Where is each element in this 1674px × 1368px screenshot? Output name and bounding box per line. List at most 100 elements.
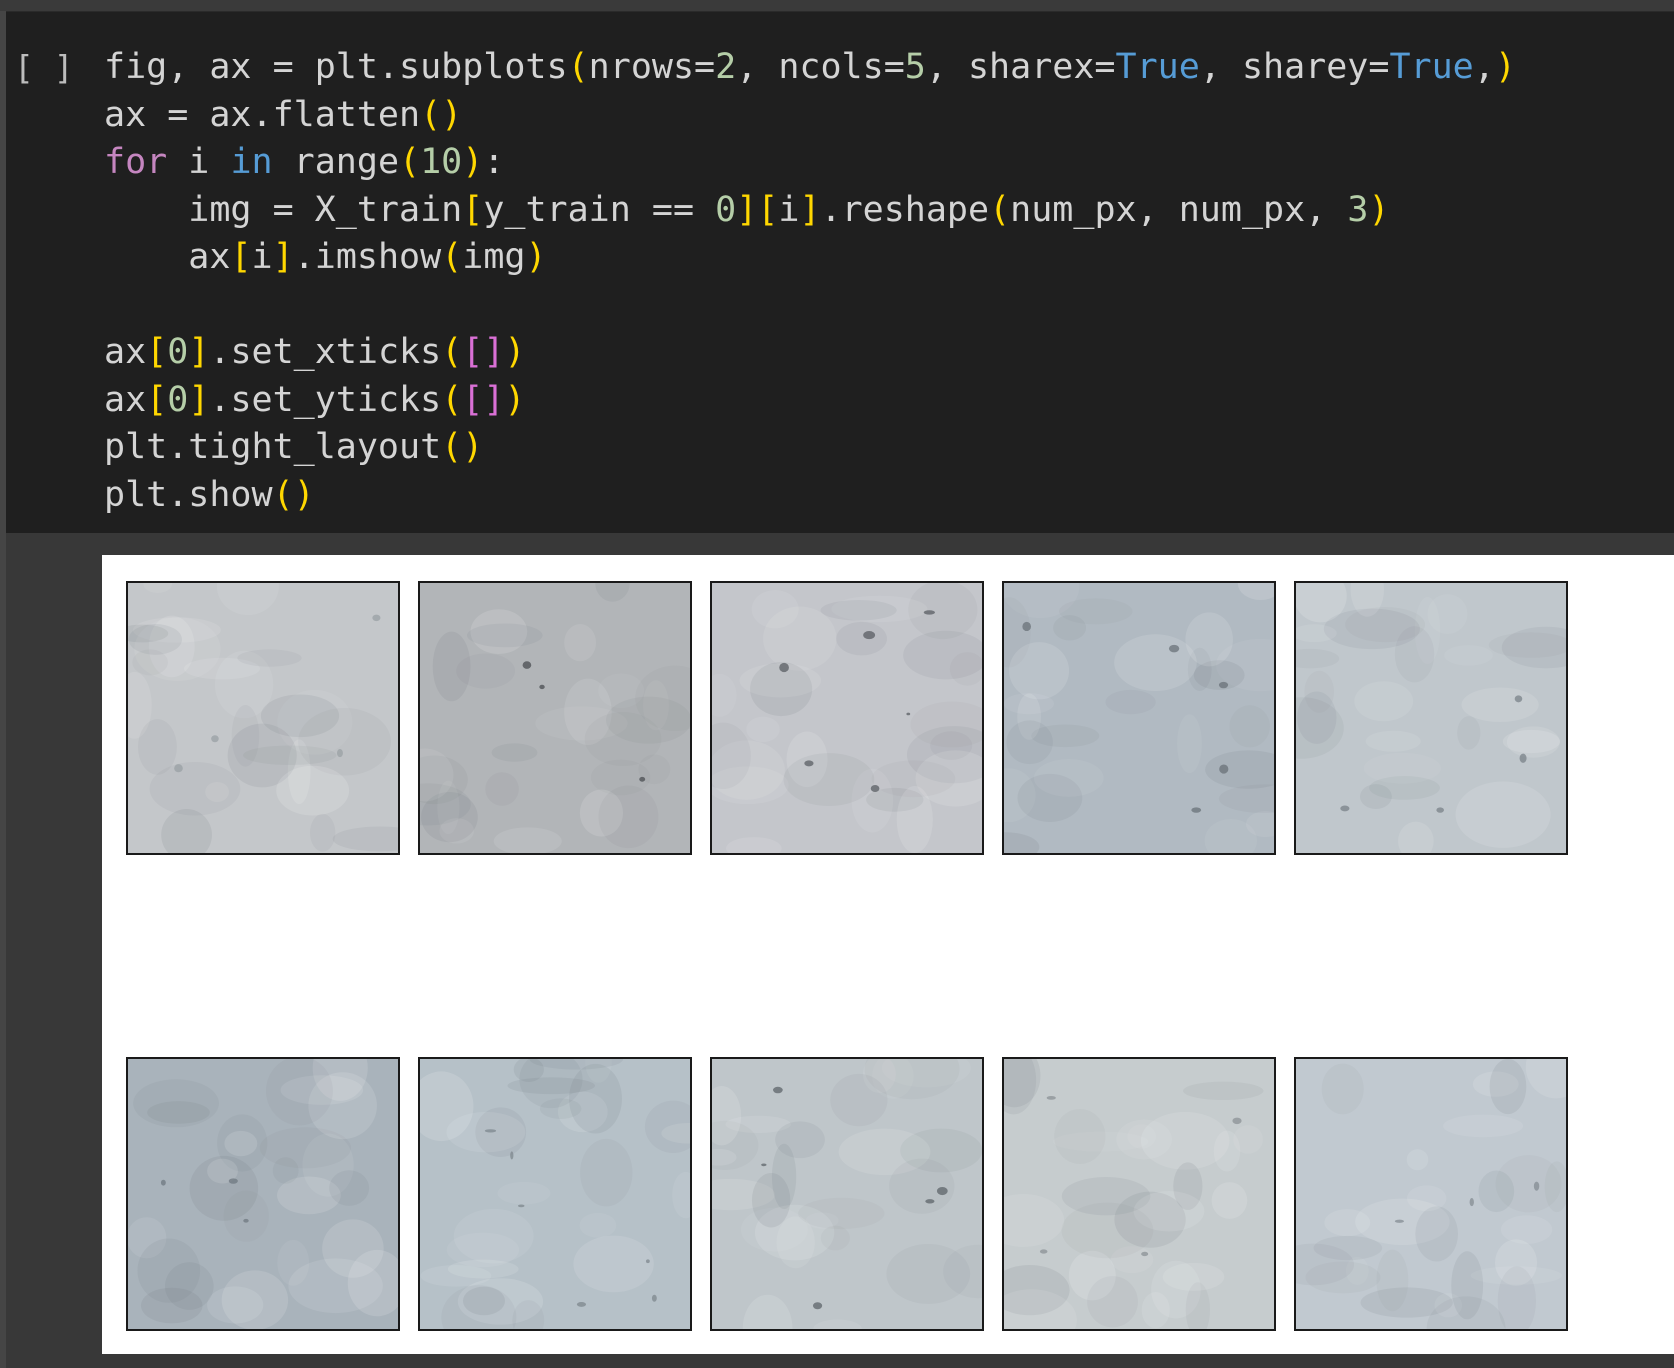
- texture-blotch: [1087, 1276, 1138, 1328]
- run-cell-button[interactable]: [ ]: [14, 44, 74, 91]
- texture-blotch: [1296, 648, 1340, 669]
- code-token: ): [504, 379, 526, 420]
- code-token: 3: [1347, 189, 1369, 230]
- texture-blotch: [1177, 714, 1202, 774]
- code-token: for: [104, 142, 168, 182]
- sample-image-2: [710, 581, 984, 855]
- texture-blotch: [1500, 1215, 1553, 1244]
- texture-blotch: [1141, 1292, 1170, 1329]
- texture-speck: [228, 1178, 238, 1184]
- stone-texture: [128, 583, 398, 853]
- sample-image-7: [710, 1057, 984, 1331]
- texture-blotch: [896, 786, 933, 853]
- texture-blotch: [1457, 716, 1481, 750]
- texture-blotch: [149, 762, 241, 816]
- texture-blotch: [1237, 583, 1274, 601]
- code-token: (: [567, 47, 589, 87]
- code-line: ax[0].set_yticks([]): [104, 377, 1516, 425]
- code-token: ): [1494, 47, 1516, 87]
- texture-speck: [1022, 621, 1031, 632]
- code-token: ]: [736, 189, 758, 230]
- top-toolbar-strip: [0, 0, 1674, 12]
- texture-speck: [651, 1294, 657, 1302]
- code-cell[interactable]: [ ] fig, ax = plt.subplots(nrows=2, ncol…: [6, 12, 1674, 533]
- texture-blotch: [564, 624, 597, 662]
- texture-blotch: [1162, 1262, 1225, 1291]
- code-token: range: [272, 142, 400, 182]
- sample-image-5: [126, 1057, 400, 1331]
- texture-blotch: [1394, 626, 1435, 683]
- texture-blotch: [1211, 1182, 1248, 1219]
- code-token: ax: [104, 379, 147, 420]
- texture-blotch: [1213, 1130, 1241, 1172]
- texture-blotch: [1495, 1155, 1562, 1213]
- texture-speck: [1141, 1251, 1149, 1257]
- stone-texture: [1004, 1059, 1264, 1329]
- sample-image-6: [418, 1057, 692, 1331]
- output-figure: [102, 555, 1674, 1354]
- sample-image-9: [1294, 1057, 1568, 1331]
- texture-blotch: [1365, 730, 1421, 752]
- code-token: []: [462, 379, 505, 420]
- texture-speck: [1394, 1219, 1404, 1223]
- code-editor[interactable]: fig, ax = plt.subplots(nrows=2, ncols=5,…: [104, 44, 1516, 519]
- texture-speck: [1469, 1198, 1474, 1207]
- texture-speck: [539, 684, 545, 690]
- texture-blotch: [216, 583, 279, 616]
- texture-speck: [576, 1302, 587, 1307]
- texture-blotch: [237, 649, 302, 667]
- texture-speck: [925, 1199, 935, 1204]
- texture-blotch: [751, 1172, 791, 1228]
- code-token: [: [462, 189, 484, 230]
- sample-image-3: [1002, 581, 1276, 855]
- texture-speck: [863, 631, 876, 640]
- texture-blotch: [889, 1158, 955, 1214]
- code-token: 0: [167, 379, 189, 420]
- code-token: ax = ax.flatten: [104, 94, 421, 135]
- code-token: ): [525, 237, 547, 277]
- texture-blotch: [1489, 1059, 1527, 1115]
- texture-speck: [160, 1179, 166, 1186]
- texture-blotch: [221, 1270, 289, 1329]
- texture-speck: [1340, 805, 1350, 812]
- code-line: plt.tight_layout(): [104, 424, 1516, 472]
- code-token: (: [441, 332, 463, 372]
- code-line: for i in range(10):: [104, 139, 1516, 187]
- texture-blotch: [322, 1219, 384, 1278]
- code-line: ax = ax.flatten(): [104, 92, 1516, 140]
- texture-blotch: [886, 1243, 971, 1304]
- texture-blotch: [1444, 645, 1493, 666]
- texture-blotch: [143, 583, 173, 593]
- stone-texture: [712, 583, 982, 853]
- code-token: img: [462, 237, 526, 277]
- texture-blotch: [1229, 705, 1270, 748]
- code-token: [: [230, 237, 252, 277]
- code-token: nrows=: [588, 47, 716, 87]
- code-token: 0: [167, 332, 189, 372]
- sample-image-1: [418, 581, 692, 855]
- texture-speck: [779, 662, 789, 673]
- texture-blotch: [420, 1265, 492, 1287]
- code-token: num_px, num_px,: [1010, 189, 1348, 230]
- texture-blotch: [580, 1138, 633, 1207]
- texture-speck: [1232, 1117, 1242, 1125]
- texture-blotch: [606, 696, 690, 744]
- code-token: 0: [715, 189, 737, 230]
- texture-blotch: [798, 1197, 885, 1230]
- texture-blotch: [712, 673, 737, 717]
- code-token: .set_xticks: [209, 332, 442, 372]
- texture-blotch: [1455, 781, 1551, 848]
- code-token: , ncols=: [736, 47, 905, 87]
- code-token: ]: [799, 189, 821, 230]
- texture-blotch: [1004, 1194, 1065, 1247]
- texture-blotch: [1205, 750, 1274, 789]
- texture-blotch: [836, 621, 887, 656]
- texture-speck: [1168, 644, 1180, 653]
- texture-speck: [1436, 807, 1444, 813]
- code-token: .imshow: [293, 237, 442, 277]
- code-token: (: [989, 189, 1011, 230]
- texture-speck: [211, 735, 219, 743]
- texture-speck: [804, 760, 814, 767]
- stone-texture: [420, 583, 690, 853]
- code-token: in: [230, 142, 273, 182]
